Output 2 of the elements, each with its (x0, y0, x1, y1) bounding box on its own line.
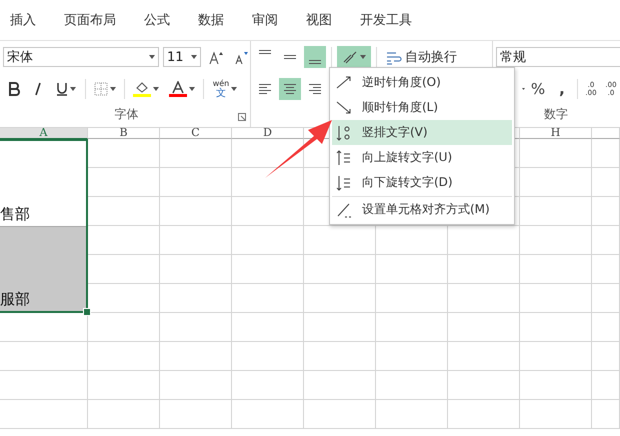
group-label: 字体 (114, 106, 138, 123)
group-label: 数字 (544, 106, 568, 123)
